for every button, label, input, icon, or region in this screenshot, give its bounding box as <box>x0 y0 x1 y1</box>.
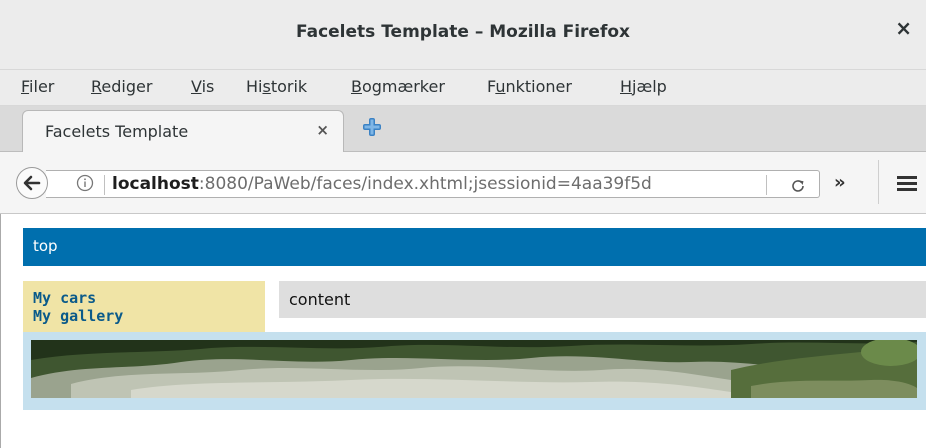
tab-close-icon[interactable]: × <box>316 121 329 139</box>
menu-vis[interactable]: Vis <box>191 77 214 96</box>
tab-facelets-template[interactable]: Facelets Template × <box>22 110 344 152</box>
nav-link-my-gallery[interactable]: My gallery <box>33 307 123 325</box>
url-path: :8080/PaWeb/faces/index.xhtml;jsessionid… <box>198 174 652 194</box>
window-title: Facelets Template – Mozilla Firefox <box>295 22 630 42</box>
menu-filer[interactable]: Filer <box>21 77 54 96</box>
url-host: localhost <box>112 174 199 194</box>
new-tab-plus-icon[interactable] <box>362 117 382 137</box>
banner-frame <box>23 332 926 410</box>
page-viewport: top My cars My gallery content <box>0 214 926 448</box>
url-separator <box>104 175 105 195</box>
menu-hjaelp[interactable]: Hjælp <box>620 77 667 96</box>
tab-title: Facelets Template <box>45 122 189 141</box>
nav-link-my-cars[interactable]: My cars <box>33 289 96 307</box>
page-top-bar: top <box>23 228 926 266</box>
menu-historik[interactable]: Historik <box>246 77 307 96</box>
url-bar[interactable]: localhost:8080/PaWeb/faces/index.xhtml;j… <box>46 170 820 198</box>
content-area: content <box>279 281 926 318</box>
top-label: top <box>33 237 58 255</box>
reload-icon[interactable] <box>790 178 806 194</box>
url-text[interactable]: localhost:8080/PaWeb/faces/index.xhtml;j… <box>112 174 652 194</box>
window-titlebar: Facelets Template – Mozilla Firefox × <box>0 0 926 70</box>
landscape-banner-image <box>31 340 917 398</box>
toolbar-divider <box>878 160 879 204</box>
tab-strip: Facelets Template × <box>0 106 926 152</box>
url-separator-right <box>766 175 767 195</box>
navigation-toolbar: localhost:8080/PaWeb/faces/index.xhtml;j… <box>0 152 926 214</box>
menu-funktioner[interactable]: Funktioner <box>487 77 572 96</box>
window-close-button[interactable]: × <box>895 18 912 38</box>
hamburger-menu-icon[interactable] <box>897 176 917 192</box>
content-label: content <box>289 290 351 309</box>
back-arrow-icon <box>23 175 41 191</box>
menu-rediger[interactable]: Rediger <box>91 77 152 96</box>
toolbar-overflow-button[interactable]: » <box>834 172 846 193</box>
menu-bar: Filer Rediger Vis Historik Bogmærker Fun… <box>0 70 926 106</box>
menu-bogmaerker[interactable]: Bogmærker <box>351 77 445 96</box>
back-button[interactable] <box>16 167 48 199</box>
left-navigation: My cars My gallery <box>23 281 265 332</box>
info-icon[interactable] <box>76 174 94 192</box>
